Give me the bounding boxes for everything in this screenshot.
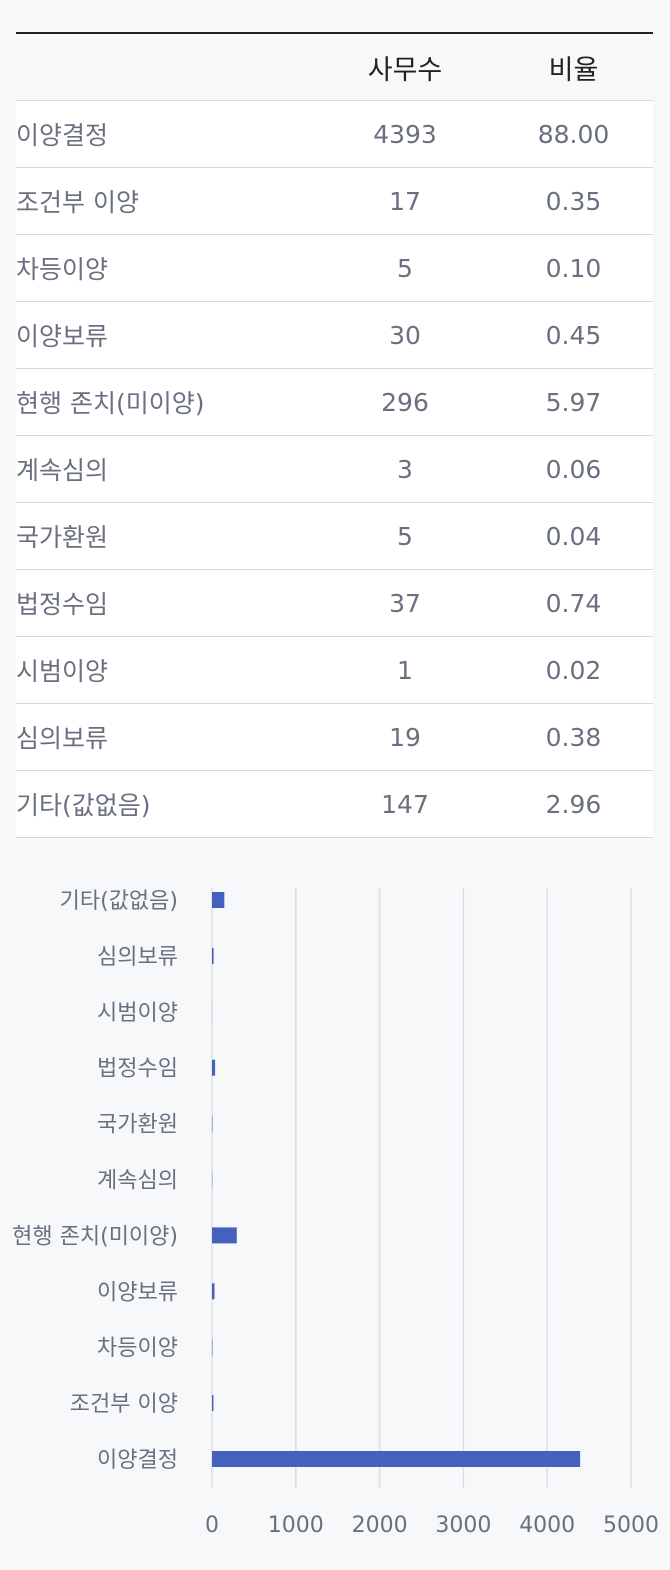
y-tick-label: 시범이양 bbox=[97, 1001, 178, 1026]
row-count: 296 bbox=[316, 368, 494, 436]
row-label: 이양결정 bbox=[16, 100, 316, 168]
row-count: 30 bbox=[316, 301, 494, 369]
row-count: 19 bbox=[316, 703, 494, 771]
row-ratio: 88.00 bbox=[494, 100, 653, 168]
row-label: 기타(값없음) bbox=[16, 770, 316, 838]
row-ratio: 2.96 bbox=[494, 770, 653, 838]
y-tick-label: 법정수임 bbox=[97, 1057, 178, 1082]
bar bbox=[212, 1059, 216, 1076]
table-row: 심의보류 19 0.38 bbox=[16, 703, 653, 771]
summary-table-wrap: 사무수 비율 이양결정 4393 88.00 조건부 이양 17 0.35 차등이양 5 0… bbox=[16, 32, 653, 838]
row-ratio: 0.38 bbox=[494, 703, 653, 771]
y-tick-label: 이양결정 bbox=[97, 1448, 178, 1473]
row-count: 147 bbox=[316, 770, 494, 838]
summary-table: 사무수 비율 이양결정 4393 88.00 조건부 이양 17 0.35 차등이양 5 0… bbox=[16, 32, 653, 838]
x-tick-label: 5000 bbox=[603, 1513, 659, 1538]
row-label: 계속심의 bbox=[16, 435, 316, 503]
y-tick-label: 국가환원 bbox=[97, 1113, 178, 1138]
y-tick-label: 조건부 이양 bbox=[70, 1392, 178, 1417]
y-tick-label: 계속심의 bbox=[97, 1169, 178, 1194]
y-tick-label: 현행 존치(미이양) bbox=[12, 1224, 178, 1249]
row-ratio: 0.06 bbox=[494, 435, 653, 503]
row-count: 3 bbox=[316, 435, 494, 503]
bar bbox=[212, 1395, 214, 1412]
row-count: 1 bbox=[316, 636, 494, 704]
y-tick-label: 이양보류 bbox=[97, 1280, 178, 1305]
table-row: 이양보류 30 0.45 bbox=[16, 301, 653, 369]
table-row: 계속심의 3 0.06 bbox=[16, 435, 653, 503]
table-row: 시범이양 1 0.02 bbox=[16, 636, 653, 704]
table-row: 이양결정 4393 88.00 bbox=[16, 100, 653, 168]
header-count: 사무수 bbox=[316, 33, 494, 101]
row-label: 이양보류 bbox=[16, 301, 316, 369]
table-row: 법정수임 37 0.74 bbox=[16, 569, 653, 637]
bar bbox=[212, 947, 214, 964]
row-count: 5 bbox=[316, 502, 494, 570]
row-label: 시범이양 bbox=[16, 636, 316, 704]
row-count: 17 bbox=[316, 167, 494, 235]
table-row: 차등이양 5 0.10 bbox=[16, 234, 653, 302]
row-ratio: 0.74 bbox=[494, 569, 653, 637]
row-label: 국가환원 bbox=[16, 502, 316, 570]
table-row: 조건부 이양 17 0.35 bbox=[16, 167, 653, 235]
row-ratio: 0.04 bbox=[494, 502, 653, 570]
table-row: 현행 존치(미이양) 296 5.97 bbox=[16, 368, 653, 436]
y-tick-label: 차등이양 bbox=[97, 1336, 178, 1361]
x-tick-label: 4000 bbox=[519, 1513, 575, 1538]
table-header-row: 사무수 비율 bbox=[16, 33, 653, 101]
y-tick-label: 기타(값없음) bbox=[60, 889, 178, 914]
row-label: 법정수임 bbox=[16, 569, 316, 637]
row-count: 5 bbox=[316, 234, 494, 302]
table-row: 국가환원 5 0.04 bbox=[16, 502, 653, 570]
row-count: 4393 bbox=[316, 100, 494, 168]
header-ratio: 비율 bbox=[494, 33, 653, 101]
row-label: 차등이양 bbox=[16, 234, 316, 302]
row-ratio: 0.35 bbox=[494, 167, 653, 235]
table-row: 기타(값없음) 147 2.96 bbox=[16, 770, 653, 838]
row-ratio: 0.45 bbox=[494, 301, 653, 369]
bar bbox=[212, 892, 225, 908]
x-tick-label: 0 bbox=[205, 1513, 219, 1538]
row-label: 조건부 이양 bbox=[16, 167, 316, 235]
row-count: 37 bbox=[316, 569, 494, 637]
bar bbox=[212, 1283, 215, 1300]
x-tick-label: 3000 bbox=[435, 1513, 491, 1538]
row-label: 심의보류 bbox=[16, 703, 316, 771]
x-tick-label: 2000 bbox=[352, 1513, 408, 1538]
bar bbox=[212, 1451, 581, 1467]
row-label: 현행 존치(미이양) bbox=[16, 368, 316, 436]
header-label bbox=[16, 33, 316, 101]
bar-chart: 0 1000 2000 3000 4000 5000 이양결정 조건부 이양 차등이양 이양보류 현… bbox=[12, 888, 659, 1538]
row-ratio: 5.97 bbox=[494, 368, 653, 436]
y-tick-label: 심의보류 bbox=[97, 945, 178, 970]
row-ratio: 0.10 bbox=[494, 234, 653, 302]
x-tick-label: 1000 bbox=[268, 1513, 324, 1538]
bar bbox=[212, 1227, 237, 1244]
row-ratio: 0.02 bbox=[494, 636, 653, 704]
